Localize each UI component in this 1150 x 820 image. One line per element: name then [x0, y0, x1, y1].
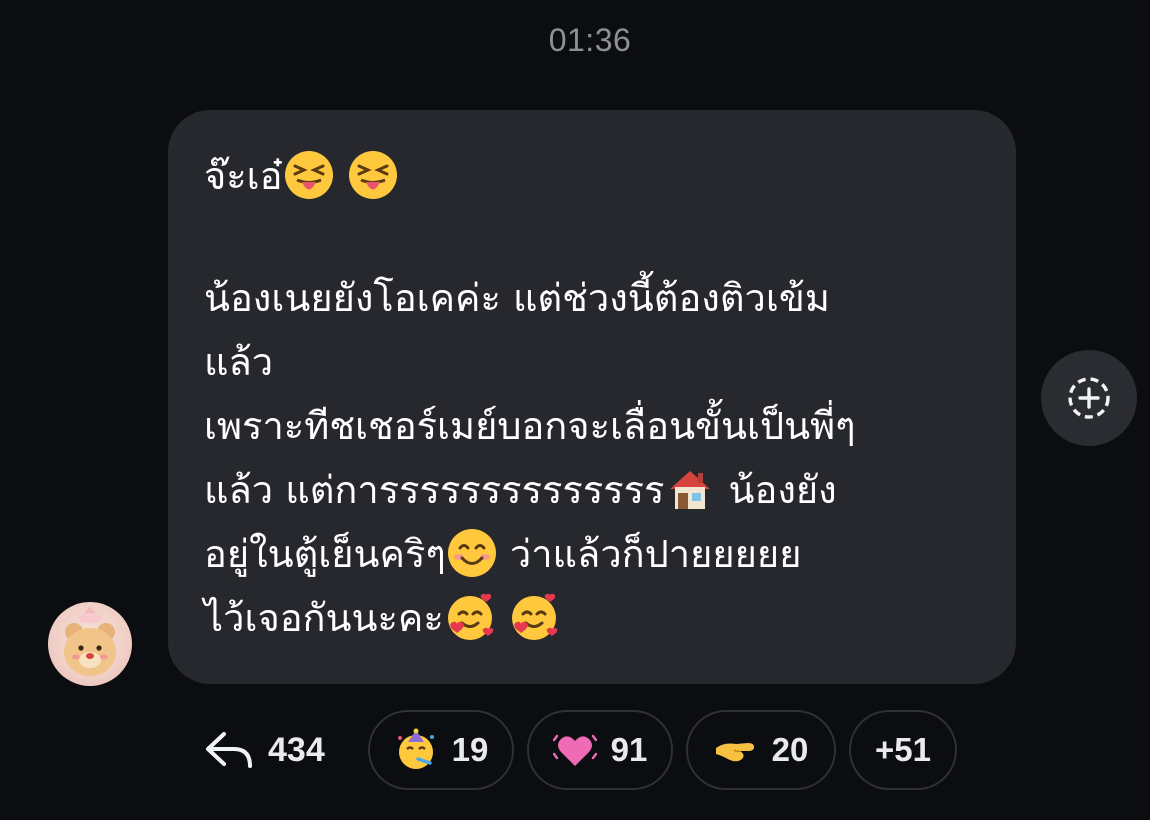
message-line: จ๊ะเอ๋	[204, 144, 980, 208]
chat-screen: 01:36 จ๊ะเอ๋ น้องเนยยังโอเคค่ะ แต่ช่วงนี…	[0, 0, 1150, 820]
more-reactions-count: +51	[875, 731, 931, 768]
squinting-tongue-emoji-icon	[347, 149, 399, 201]
reaction-pill-pinch[interactable]: 20	[686, 710, 836, 790]
smiling-hearts-emoji-icon	[444, 591, 496, 643]
more-reactions-button[interactable]: +51	[849, 710, 957, 790]
message-line: แล้ว	[204, 330, 980, 394]
message-text: แล้ว	[204, 340, 274, 384]
vibrating-heart-emoji-icon	[552, 734, 597, 766]
smiling-face-emoji-icon	[446, 527, 498, 579]
message-text: อยู่ในตู้เย็นคริๆ	[204, 532, 446, 576]
message-text: จ๊ะเอ๋	[204, 154, 283, 198]
message-text: ว่าแล้วก็ปายยยยย	[509, 532, 802, 576]
message-text: เพราะทีชเชอร์เมย์บอกจะเลื่อนขั้นเป็นพี่ๆ	[204, 404, 856, 448]
house-emoji-icon	[664, 463, 716, 515]
reply-button[interactable]: 434	[204, 720, 325, 780]
message-line: แล้ว แต่การรรรรรรรรรรรรร น้องยัง	[204, 458, 980, 522]
reaction-pill-party[interactable]: 19	[368, 710, 514, 790]
reaction-count: 91	[610, 731, 648, 768]
sender-avatar[interactable]	[48, 602, 132, 686]
message-timestamp: 01:36	[548, 22, 632, 58]
message-line: น้องเนยยังโอเคค่ะ แต่ช่วงนี้ต้องติวเข้ม	[204, 266, 980, 330]
message-text: ไว้เจอกันนะคะ	[204, 596, 444, 640]
message-text: แล้ว แต่การรรรรรรรรรรรรร	[204, 468, 665, 512]
message-bubble[interactable]: จ๊ะเอ๋ น้องเนยยังโอเคค่ะ แต่ช่วงนี้ต้องต…	[168, 110, 1016, 684]
reply-arrow-icon	[206, 732, 252, 768]
reaction-count: 20	[771, 731, 809, 768]
message-text: น้องยัง	[728, 468, 837, 512]
message-text: น้องเนยยังโอเคค่ะ แต่ช่วงนี้ต้องติวเข้ม	[204, 276, 830, 320]
pinching-hand-emoji-icon	[715, 743, 754, 762]
reaction-pill-heart[interactable]: 91	[527, 710, 673, 790]
reaction-count: 19	[451, 731, 489, 768]
add-reaction-icon	[1068, 377, 1110, 419]
squinting-tongue-emoji-icon	[283, 149, 335, 201]
message-line: เพราะทีชเชอร์เมย์บอกจะเลื่อนขั้นเป็นพี่ๆ	[204, 394, 980, 458]
message-line: อยู่ในตู้เย็นคริๆ ว่าแล้วก็ปายยยยย	[204, 522, 980, 586]
smiling-hearts-emoji-icon	[508, 591, 560, 643]
message-line: ไว้เจอกันนะคะ	[204, 586, 980, 650]
add-reaction-button[interactable]	[1041, 350, 1137, 446]
party-face-emoji-icon	[397, 728, 434, 769]
reply-count: 434	[268, 730, 325, 769]
